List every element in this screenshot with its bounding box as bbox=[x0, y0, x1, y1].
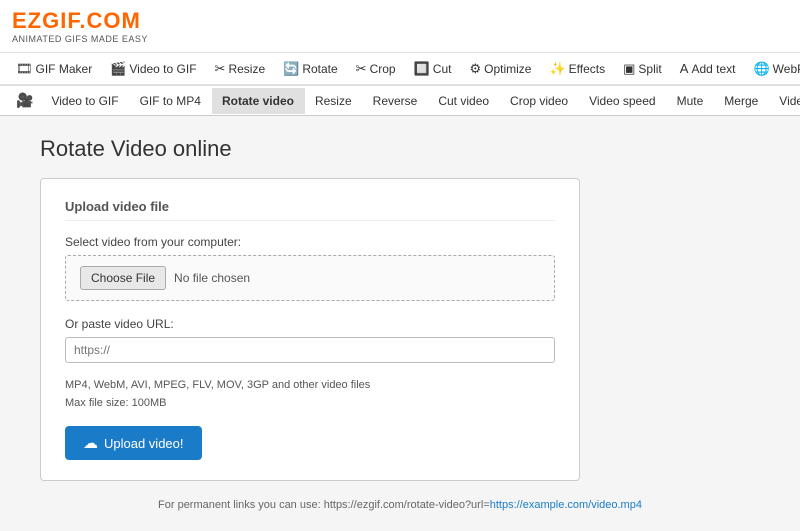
crop-icon: ✂ bbox=[356, 61, 367, 77]
effects-icon: ✨ bbox=[549, 61, 565, 77]
page-content: Rotate Video online Upload video file Se… bbox=[0, 116, 800, 531]
sub-nav-video-icon: 🎥 bbox=[8, 86, 41, 115]
sub-nav: 🎥 Video to GIF GIF to MP4 Rotate video R… bbox=[0, 86, 800, 116]
header: EZGIF.COM ANIMATED GIFS MADE EASY bbox=[0, 0, 800, 53]
gif-maker-icon: 🎞 bbox=[16, 61, 33, 77]
nav-video-to-gif[interactable]: 🎬 Video to GIF bbox=[102, 55, 204, 83]
footer-note: For permanent links you can use: https:/… bbox=[40, 499, 760, 511]
upload-box: Upload video file Select video from your… bbox=[40, 178, 580, 481]
file-select-label: Select video from your computer: bbox=[65, 235, 555, 249]
nav-video-to-gif-label: Video to GIF bbox=[129, 62, 196, 76]
sub-nav-rotate-video[interactable]: Rotate video bbox=[212, 88, 305, 114]
nav-cut-label: Cut bbox=[433, 62, 452, 76]
nav-rotate[interactable]: 🔄 Rotate bbox=[275, 55, 346, 83]
page-title: Rotate Video online bbox=[40, 136, 760, 162]
sub-nav-crop-video[interactable]: Crop video bbox=[500, 88, 579, 114]
nav-gif-maker[interactable]: 🎞 GIF Maker bbox=[8, 55, 100, 83]
nav-cut[interactable]: 🔲 Cut bbox=[406, 55, 460, 83]
optimize-icon: ⚙ bbox=[469, 61, 481, 77]
add-text-icon: A bbox=[680, 61, 689, 76]
nav-gif-maker-label: GIF Maker bbox=[36, 62, 93, 76]
main-nav: 🎞 GIF Maker 🎬 Video to GIF ✂ Resize 🔄 Ro… bbox=[0, 53, 800, 86]
nav-crop[interactable]: ✂ Crop bbox=[348, 55, 404, 83]
logo-area: EZGIF.COM ANIMATED GIFS MADE EASY bbox=[12, 8, 788, 44]
nav-effects[interactable]: ✨ Effects bbox=[541, 55, 613, 83]
url-label: Or paste video URL: bbox=[65, 317, 555, 331]
nav-effects-label: Effects bbox=[569, 62, 605, 76]
formats-text: MP4, WebM, AVI, MPEG, FLV, MOV, 3GP and … bbox=[65, 377, 555, 412]
upload-btn-label: Upload video! bbox=[104, 436, 184, 451]
sub-nav-gif-to-mp4[interactable]: GIF to MP4 bbox=[130, 88, 212, 114]
sub-nav-mute[interactable]: Mute bbox=[667, 88, 715, 114]
sub-nav-reverse[interactable]: Reverse bbox=[363, 88, 429, 114]
upload-button[interactable]: ☁ Upload video! bbox=[65, 426, 202, 460]
nav-rotate-label: Rotate bbox=[302, 62, 337, 76]
upload-box-title: Upload video file bbox=[65, 199, 555, 221]
nav-split[interactable]: ▣ Split bbox=[615, 55, 670, 83]
nav-optimize[interactable]: ⚙ Optimize bbox=[461, 55, 539, 83]
footer-text: For permanent links you can use: https:/… bbox=[158, 499, 490, 511]
nav-crop-label: Crop bbox=[370, 62, 396, 76]
split-icon: ▣ bbox=[623, 61, 635, 77]
nav-webp[interactable]: 🌐 WebP bbox=[745, 55, 800, 83]
formats-line1: MP4, WebM, AVI, MPEG, FLV, MOV, 3GP and … bbox=[65, 377, 555, 395]
logo-text[interactable]: EZGIF.COM bbox=[12, 8, 788, 34]
sub-nav-cut-video[interactable]: Cut video bbox=[428, 88, 500, 114]
nav-split-label: Split bbox=[638, 62, 661, 76]
video-to-gif-icon: 🎬 bbox=[110, 61, 126, 77]
footer-link[interactable]: https://example.com/video.mp4 bbox=[490, 499, 642, 511]
url-input[interactable] bbox=[65, 337, 555, 363]
rotate-icon: 🔄 bbox=[283, 61, 299, 77]
sub-nav-video-to-jpg[interactable]: Video to JPG bbox=[769, 88, 800, 114]
nav-resize[interactable]: ✂ Resize bbox=[207, 55, 274, 83]
formats-line2: Max file size: 100MB bbox=[65, 395, 555, 413]
nav-add-text-label: Add text bbox=[691, 62, 735, 76]
nav-webp-label: WebP bbox=[773, 62, 800, 76]
nav-add-text[interactable]: A Add text bbox=[672, 55, 744, 82]
nav-resize-label: Resize bbox=[228, 62, 265, 76]
resize-icon: ✂ bbox=[215, 61, 226, 77]
choose-file-button[interactable]: Choose File bbox=[80, 266, 166, 290]
sub-nav-video-to-gif[interactable]: Video to GIF bbox=[41, 88, 129, 114]
sub-nav-resize[interactable]: Resize bbox=[305, 88, 363, 114]
sub-nav-merge[interactable]: Merge bbox=[714, 88, 769, 114]
logo-subtext: ANIMATED GIFS MADE EASY bbox=[12, 34, 788, 44]
nav-optimize-label: Optimize bbox=[484, 62, 531, 76]
cut-icon: 🔲 bbox=[414, 61, 430, 77]
upload-icon: ☁ bbox=[83, 434, 98, 452]
sub-nav-video-speed[interactable]: Video speed bbox=[579, 88, 667, 114]
file-chosen-text: No file chosen bbox=[174, 271, 250, 285]
webp-icon: 🌐 bbox=[753, 61, 769, 77]
file-input-row: Choose File No file chosen bbox=[65, 255, 555, 301]
